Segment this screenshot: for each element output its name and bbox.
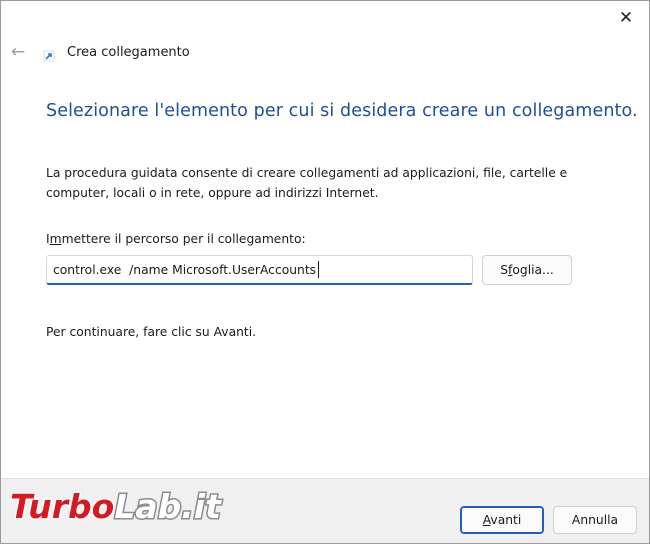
next-button[interactable]: Avanti xyxy=(460,506,544,534)
close-button[interactable]: ✕ xyxy=(603,1,649,35)
turbolab-watermark-logo: TurboLab.it xyxy=(9,486,224,528)
wizard-description: La procedura guidata consente di creare … xyxy=(46,166,568,200)
browse-button-label: Sfoglia... xyxy=(500,263,554,277)
next-button-label: Avanti xyxy=(482,513,522,527)
title-bar: ✕ xyxy=(1,1,649,35)
watermark-text: TurboLab.it xyxy=(10,487,222,526)
wizard-title: Crea collegamento xyxy=(67,45,190,60)
shortcut-wizard-window: ✕ ← Crea collegamento Selezionare l'elem… xyxy=(0,0,650,544)
text-caret xyxy=(318,261,320,278)
path-field-label: Immettere il percorso per il collegament… xyxy=(46,232,306,246)
path-input-value: control.exe /name Microsoft.UserAccounts xyxy=(53,262,317,277)
continue-instructions: Per continuare, fare clic su Avanti. xyxy=(46,325,257,339)
back-arrow-icon: ← xyxy=(10,42,26,62)
shortcut-wizard-icon xyxy=(43,50,55,62)
cancel-button-label: Annulla xyxy=(571,513,619,527)
path-input[interactable]: control.exe /name Microsoft.UserAccounts xyxy=(46,255,473,285)
browse-button[interactable]: Sfoglia... xyxy=(482,255,572,285)
page-heading: Selezionare l'elemento per cui si deside… xyxy=(46,101,638,121)
close-icon: ✕ xyxy=(618,8,634,28)
back-button[interactable]: ← xyxy=(7,41,29,63)
cancel-button[interactable]: Annulla xyxy=(553,506,637,534)
